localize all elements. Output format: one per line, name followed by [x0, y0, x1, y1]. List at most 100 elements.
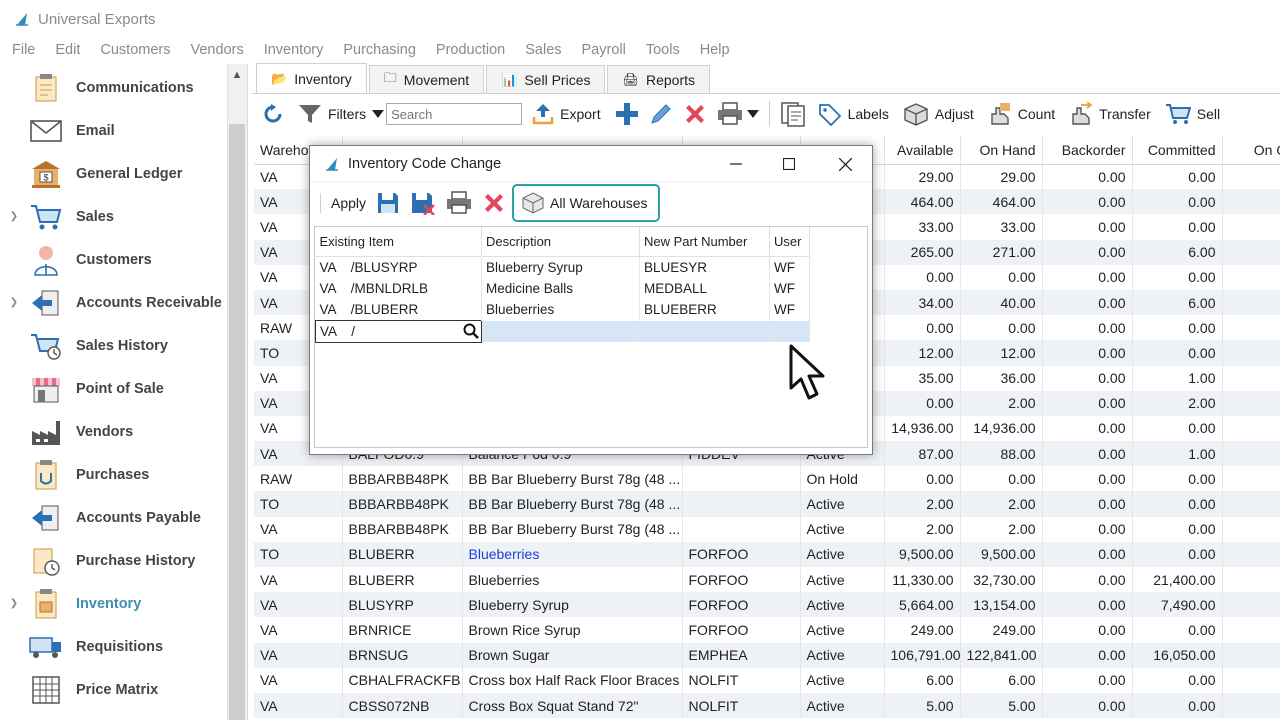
vendor-no-cell[interactable]: EMPHEA — [682, 642, 801, 668]
backorder-cell[interactable]: 0.00 — [1042, 239, 1133, 265]
available-cell[interactable]: 29.00 — [884, 164, 961, 190]
close-button[interactable] — [833, 152, 857, 176]
delete-button[interactable] — [683, 102, 707, 126]
backorder-cell[interactable]: 0.00 — [1042, 214, 1133, 240]
vendor-no-cell[interactable]: FORFOO — [682, 541, 801, 567]
on-order-cell[interactable]: 0.0 — [1222, 189, 1280, 215]
sidebar-item-accounts-payable[interactable]: Accounts Payable — [0, 496, 228, 539]
committed-cell[interactable]: 0.00 — [1132, 264, 1223, 290]
committed-cell[interactable]: 1.00 — [1132, 441, 1223, 467]
backorder-cell[interactable]: 0.00 — [1042, 592, 1133, 618]
available-cell[interactable]: 2.00 — [884, 516, 961, 542]
backorder-cell[interactable]: 0.00 — [1042, 541, 1133, 567]
on-hand-cell[interactable]: 9,500.00 — [960, 541, 1043, 567]
on-order-cell[interactable]: 0.0 — [1222, 415, 1280, 442]
on-hand-cell[interactable]: 2.00 — [960, 390, 1043, 416]
warehouse-cell[interactable]: VA — [254, 592, 343, 618]
on-order-cell[interactable]: 0.0 — [1222, 567, 1280, 593]
on-hand-cell[interactable]: 2.00 — [960, 491, 1043, 517]
warehouse-cell[interactable]: TO — [254, 491, 343, 517]
column-header-existing-item[interactable]: Existing Item — [315, 227, 482, 257]
user-cell[interactable] — [769, 320, 810, 342]
backorder-cell[interactable]: 0.00 — [1042, 289, 1133, 316]
on-order-cell[interactable]: 0.0 — [1222, 264, 1280, 290]
backorder-cell[interactable]: 0.00 — [1042, 667, 1133, 693]
status-cell[interactable]: Active — [800, 516, 885, 542]
tab-inventory[interactable]: 📂 Inventory — [256, 63, 367, 93]
sidebar-item-sales-history[interactable]: Sales History — [0, 324, 228, 367]
description-cell[interactable]: BB Bar Blueberry Burst 78g (48 ... — [462, 466, 683, 492]
table-row[interactable]: VA /BLUSYRP Blueberry Syrup BLUESYR WF — [315, 256, 810, 278]
committed-cell[interactable]: 0.00 — [1132, 340, 1223, 366]
on-order-cell[interactable]: 0.0 — [1222, 289, 1280, 316]
committed-cell[interactable]: 0.00 — [1132, 667, 1223, 693]
sidebar-item-general-ledger[interactable]: $ General Ledger — [0, 152, 228, 195]
sidebar-item-customers[interactable]: Customers — [0, 238, 228, 281]
backorder-cell[interactable]: 0.00 — [1042, 567, 1133, 593]
status-cell[interactable]: Active — [800, 692, 885, 719]
on-order-cell[interactable]: 0.0 — [1222, 164, 1280, 190]
available-cell[interactable]: 34.00 — [884, 289, 961, 316]
available-cell[interactable]: 249.00 — [884, 617, 961, 643]
committed-cell[interactable]: 2.00 — [1132, 390, 1223, 416]
vendor-no-cell[interactable] — [682, 491, 801, 517]
committed-cell[interactable]: 0.00 — [1132, 516, 1223, 542]
description-cell[interactable]: Brown Sugar — [462, 642, 683, 668]
backorder-cell[interactable]: 0.00 — [1042, 390, 1133, 416]
tab-reports[interactable]: 🖨 Reports — [607, 65, 711, 93]
on-hand-cell[interactable]: 13,154.00 — [960, 592, 1043, 618]
existing-item-cell[interactable]: VA /MBNLDRLB — [315, 277, 482, 299]
existing-item-input[interactable]: VA / — [315, 320, 482, 343]
menu-help[interactable]: Help — [700, 42, 730, 58]
save-button[interactable] — [376, 191, 400, 215]
transfer-button[interactable]: Transfer — [1069, 102, 1151, 126]
available-cell[interactable]: 0.00 — [884, 466, 961, 492]
part-number-cell[interactable]: CBSS072NB — [342, 692, 463, 719]
table-row[interactable]: RAW BBBARBB48PK BB Bar Blueberry Burst 78g… — [254, 466, 1280, 492]
available-cell[interactable]: 6.00 — [884, 667, 961, 693]
committed-cell[interactable]: 0.00 — [1132, 466, 1223, 492]
backorder-cell[interactable]: 0.00 — [1042, 441, 1133, 467]
on-hand-cell[interactable]: 0.00 — [960, 315, 1043, 341]
description-cell[interactable]: Blueberry Syrup — [481, 256, 640, 278]
warehouse-cell[interactable]: VA — [254, 567, 343, 593]
available-cell[interactable]: 0.00 — [884, 264, 961, 290]
part-number-cell[interactable]: BLUBERR — [342, 541, 463, 567]
warehouse-cell[interactable]: VA — [254, 667, 343, 693]
description-cell[interactable]: Brown Rice Syrup — [462, 617, 683, 643]
warehouse-cell[interactable]: VA — [254, 642, 343, 668]
new-part-number-cell[interactable]: MEDBALL — [639, 277, 770, 299]
part-number-cell[interactable]: BLUBERR — [342, 567, 463, 593]
sidebar-item-purchases[interactable]: Purchases — [0, 453, 228, 496]
existing-item-cell[interactable]: VA /BLUBERR — [315, 299, 482, 321]
menu-tools[interactable]: Tools — [646, 42, 680, 58]
sidebar-item-inventory[interactable]: ❯ Inventory — [0, 582, 228, 625]
existing-item-cell[interactable]: VA /BLUSYRP — [315, 256, 482, 278]
on-hand-cell[interactable]: 0.00 — [960, 466, 1043, 492]
committed-cell[interactable]: 0.00 — [1132, 315, 1223, 341]
available-cell[interactable]: 33.00 — [884, 214, 961, 240]
sidebar-item-purchase-history[interactable]: Purchase History — [0, 539, 228, 582]
table-row[interactable]: VA /MBNLDRLB Medicine Balls MEDBALL WF — [315, 277, 810, 299]
vendor-no-cell[interactable]: FORFOO — [682, 617, 801, 643]
committed-cell[interactable]: 0.00 — [1132, 415, 1223, 442]
status-cell[interactable]: On Hold — [800, 466, 885, 492]
backorder-cell[interactable]: 0.00 — [1042, 340, 1133, 366]
table-row[interactable]: VA CBSS072NB Cross Box Squat Stand 72" NOLF… — [254, 692, 1280, 719]
on-hand-cell[interactable]: 40.00 — [960, 289, 1043, 316]
search-icon[interactable] — [463, 323, 479, 339]
status-cell[interactable]: Active — [800, 667, 885, 693]
description-cell[interactable]: BB Bar Blueberry Burst 78g (48 ... — [462, 516, 683, 542]
description-cell[interactable]: Cross box Half Rack Floor Braces — [462, 667, 683, 693]
on-order-cell[interactable]: 0.0 — [1222, 315, 1280, 341]
apply-button[interactable]: Apply — [331, 195, 366, 211]
table-row[interactable]: TO BLUBERR Blueberries FORFOO Active 9,500.00… — [254, 541, 1280, 567]
available-cell[interactable]: 106,791.00 — [884, 642, 961, 668]
backorder-cell[interactable]: 0.00 — [1042, 617, 1133, 643]
warehouse-cell[interactable]: VA — [254, 516, 343, 542]
part-number-cell[interactable]: BRNRICE — [342, 617, 463, 643]
available-cell[interactable]: 87.00 — [884, 441, 961, 467]
on-order-cell[interactable]: 0.0 — [1222, 692, 1280, 719]
committed-cell[interactable]: 7,490.00 — [1132, 592, 1223, 618]
menu-edit[interactable]: Edit — [55, 42, 80, 58]
